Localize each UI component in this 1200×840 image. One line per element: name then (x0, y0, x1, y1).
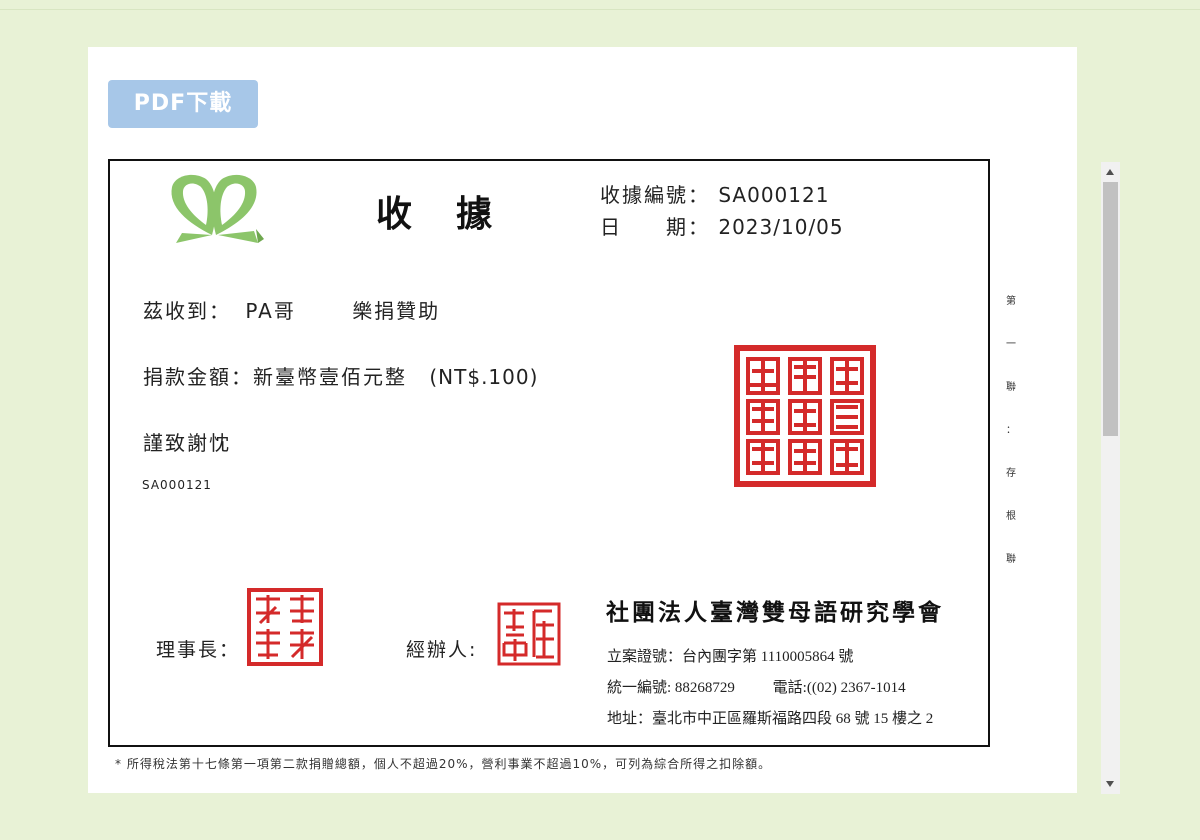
stub-char: 存 (1006, 468, 1016, 479)
receipt-date-row: 日 期： 2023/10/05 (600, 211, 844, 240)
receipt-small-number: SA000121 (142, 478, 212, 492)
receipt-panel: PDF下載 收據 收據編號： SA000121 日 期： 2023/10/05 … (88, 47, 1077, 793)
stub-char: 第 (1006, 296, 1016, 307)
stub-char: 聯 (1006, 382, 1016, 393)
amount-label: 捐款金額： (143, 365, 253, 389)
tax-phone-row: 統一編號: 88268729 電話:((02) 2367-1014 (607, 676, 906, 697)
stub-label-vertical: 第 一 聯 ： 存 根 聯 (1004, 297, 1018, 598)
stub-char: ： (1006, 425, 1016, 436)
tax-deduction-footnote: * 所得稅法第十七條第一項第二款捐贈總額，個人不超過20%，營利事業不超過10%… (115, 757, 772, 771)
amount-text: 新臺幣壹佰元整 (253, 365, 407, 389)
amount-row: 捐款金額：新臺幣壹佰元整 (NT$.100) (143, 361, 538, 390)
amount-numeric: (NT$.100) (429, 365, 539, 389)
donor-name: PA哥 (245, 299, 296, 323)
stub-char: 根 (1006, 511, 1016, 522)
pdf-download-button[interactable]: PDF下載 (108, 80, 258, 128)
receipt-date-value: 2023/10/05 (718, 215, 844, 239)
scroll-down-icon[interactable] (1106, 781, 1114, 787)
receipt-number-value: SA000121 (718, 183, 830, 207)
thanks-text: 謹致謝忱 (143, 431, 231, 455)
stub-char: 聯 (1006, 554, 1016, 565)
vertical-scrollbar[interactable] (1101, 162, 1120, 794)
donation-purpose: 樂捐贊助 (352, 299, 441, 323)
stub-char: 一 (1006, 339, 1016, 350)
received-from-row: 茲收到： PA哥 樂捐贊助 (143, 295, 440, 324)
received-from-label: 茲收到： (143, 299, 231, 323)
registration-number: 立案證號：台內團字第 1110005864 號 (607, 649, 854, 665)
organization-name: 社團法人臺灣雙母語研究學會 (606, 599, 944, 626)
receipt: 收據 收據編號： SA000121 日 期： 2023/10/05 茲收到： P… (108, 159, 990, 747)
association-seal-icon (734, 345, 876, 487)
association-logo-icon (171, 174, 264, 243)
receipt-number-label: 收據編號： (600, 183, 710, 207)
handler-label: 經辦人: (406, 639, 478, 661)
tax-id: 統一編號: 88268729 (607, 680, 735, 696)
phone-number: 電話:((02) 2367-1014 (772, 680, 906, 696)
receipt-number-row: 收據編號： SA000121 (600, 179, 829, 208)
handler-seal-icon (497, 602, 561, 666)
chairman-label: 理事長： (156, 639, 241, 661)
receipt-date-label: 日 期： (600, 215, 710, 239)
receipt-title: 收據 (376, 193, 537, 235)
chairman-seal-icon (247, 588, 323, 666)
scroll-up-icon[interactable] (1106, 169, 1114, 175)
organization-address: 地址：臺北市中正區羅斯福路四段 68 號 15 樓之 2 (607, 711, 934, 727)
top-divider (0, 9, 1200, 10)
scrollbar-thumb[interactable] (1103, 182, 1118, 436)
